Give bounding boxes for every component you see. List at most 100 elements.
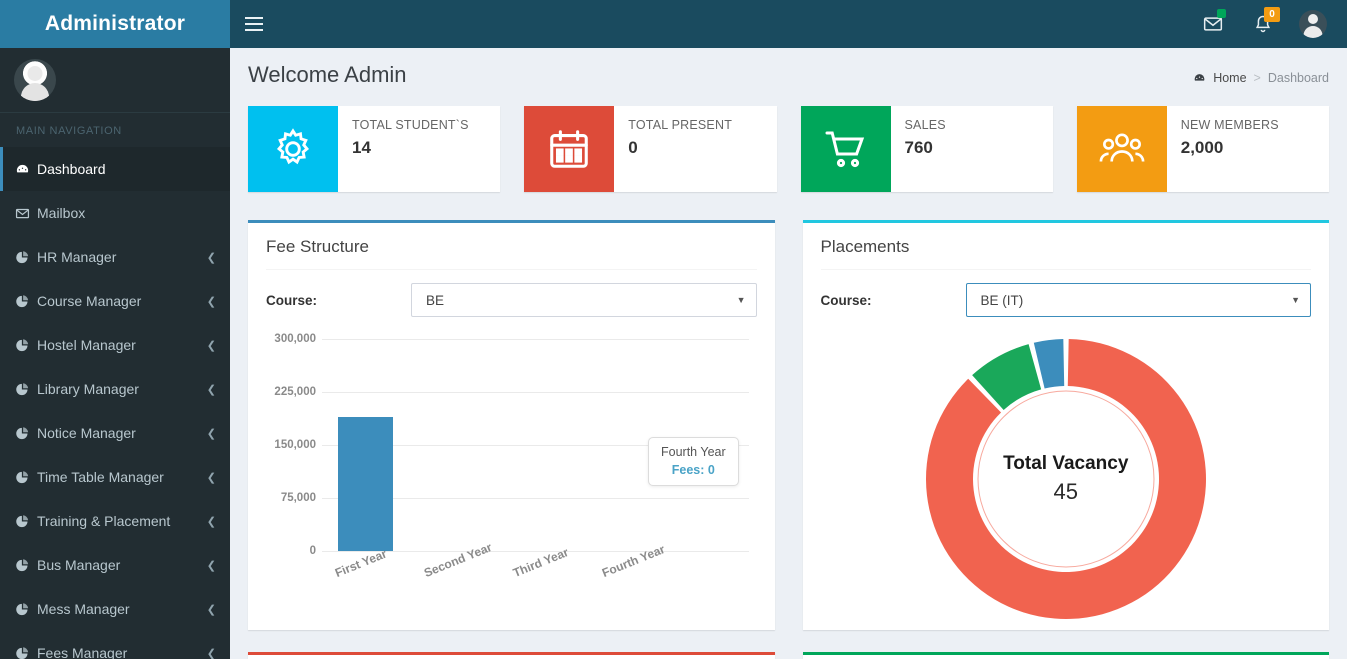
tooltip-title: Fourth Year [661,445,726,459]
sidebar-item-label: Time Table Manager [37,469,207,485]
chevron-down-icon: ▼ [737,295,746,305]
sidebar-item-bus-manager[interactable]: Bus Manager❮ [0,543,230,587]
placements-panel: Placements Course: BE (IT) ▼ [803,220,1330,630]
fee-course-row: Course: BE ▼ [266,269,757,317]
sidebar-item-library-manager[interactable]: Library Manager❮ [0,367,230,411]
placements-panel-body: Course: BE (IT) ▼ Total Vacancy 45 [803,269,1330,629]
nav-section-header: MAIN NAVIGATION [0,113,230,147]
chevron-left-icon: ❮ [207,647,216,659]
pie-chart-icon [15,426,30,441]
breadcrumb-home[interactable]: Home [1213,71,1246,85]
bottom-panels-row [248,652,1329,659]
stat-label: SALES [905,118,946,132]
chevron-left-icon: ❮ [207,427,216,440]
sidebar-item-mailbox[interactable]: Mailbox [0,191,230,235]
stat-value: 14 [352,138,469,158]
pie-chart-icon [15,382,37,397]
bar-first-year[interactable] [338,417,393,551]
sidebar-item-label: Course Manager [37,293,207,309]
pie-chart-icon [15,558,37,573]
bar-chart-tooltip: Fourth Year Fees: 0 [648,437,739,486]
stat-body: NEW MEMBERS 2,000 [1167,106,1279,192]
calendar-icon [524,106,614,192]
sidebar-item-hostel-manager[interactable]: Hostel Manager❮ [0,323,230,367]
stat-body: SALES760 [891,106,946,192]
pie-chart-icon [15,338,37,353]
bottom-panel-2 [803,652,1330,659]
placements-panel-title: Placements [821,237,1312,257]
y-axis-tick: 75,000 [266,492,316,504]
stat-label: TOTAL PRESENT [628,118,732,132]
stat-label: NEW MEMBERS [1181,118,1279,132]
pie-chart-icon [15,382,30,397]
donut-chart [921,334,1211,624]
stat-value: 0 [628,138,732,158]
hamburger-icon[interactable] [230,0,278,48]
pie-chart-icon [15,470,37,485]
pie-chart-icon [15,514,37,529]
grid-line [322,339,749,340]
placements-chart: Total Vacancy 45 [821,329,1312,629]
sidebar-item-training-placement[interactable]: Training & Placement❮ [0,499,230,543]
fee-chart: 075,000150,000225,000300,000 First YearS… [266,329,757,629]
users-icon [1077,106,1167,192]
sidebar-item-notice-manager[interactable]: Notice Manager❮ [0,411,230,455]
chevron-left-icon: ❮ [207,383,216,396]
y-axis-tick: 150,000 [266,439,316,451]
sidebar-brand[interactable]: Administrator [0,0,230,48]
content-header: Welcome Admin Home > Dashboard [230,48,1347,100]
user-menu-button[interactable] [1291,0,1335,48]
chevron-left-icon: ❮ [207,295,216,308]
mail-button[interactable] [1191,0,1235,48]
sidebar-item-hr-manager[interactable]: HR Manager❮ [0,235,230,279]
sidebar-item-dashboard[interactable]: Dashboard [0,147,230,191]
topbar-actions: 0 [1191,0,1335,48]
pie-chart-icon [15,250,30,265]
pie-chart-icon [15,250,37,265]
dashboard-icon [15,162,30,177]
fee-course-select[interactable]: BE ▼ [411,283,757,317]
fee-structure-panel: Fee Structure Course: BE ▼ 075,000150,00… [248,220,775,630]
chevron-left-icon: ❮ [207,339,216,352]
bottom-panel-1 [248,652,775,659]
placement-course-row: Course: BE (IT) ▼ [821,269,1312,317]
sidebar-item-mess-manager[interactable]: Mess Manager❮ [0,587,230,631]
notification-badge: 0 [1264,7,1280,22]
sidebar-item-label: Training & Placement [37,513,207,529]
admin-dashboard: Administrator MAIN NAVIGATION DashboardM… [0,0,1347,659]
chevron-left-icon: ❮ [207,471,216,484]
stat-box-new-members[interactable]: NEW MEMBERS 2,000 [1077,106,1329,192]
sidebar-item-course-manager[interactable]: Course Manager❮ [0,279,230,323]
pie-chart-icon [15,646,30,659]
gear-icon [248,106,338,192]
dashboard-icon [1193,72,1206,85]
tooltip-value: Fees: 0 [661,463,726,477]
stat-box-sales[interactable]: SALES760 [801,106,1053,192]
stat-box-total-student-s[interactable]: TOTAL STUDENT`S14 [248,106,500,192]
breadcrumb-current: Dashboard [1268,71,1329,85]
pie-chart-icon [15,646,37,659]
envelope-icon [15,206,37,221]
sidebar-item-fees-manager[interactable]: Fees Manager❮ [0,631,230,659]
chevron-down-icon: ▼ [1291,295,1300,305]
donut-segment-vacancy[interactable] [926,339,1206,619]
sidebar-item-time-table-manager[interactable]: Time Table Manager❮ [0,455,230,499]
sidebar: Administrator MAIN NAVIGATION DashboardM… [0,0,230,659]
panels-row: Fee Structure Course: BE ▼ 075,000150,00… [248,220,1329,630]
placement-course-select[interactable]: BE (IT) ▼ [966,283,1312,317]
stat-body: TOTAL PRESENT 0 [614,106,732,192]
dashboard-icon [15,162,37,177]
topbar: 0 [230,0,1347,48]
chevron-left-icon: ❮ [207,251,216,264]
envelope-icon [15,206,30,221]
notifications-button[interactable]: 0 [1241,0,1285,48]
stat-box-total-present[interactable]: TOTAL PRESENT 0 [524,106,776,192]
breadcrumb-separator: > [1254,71,1261,85]
placement-course-label: Course: [821,293,966,308]
fee-panel-head: Fee Structure [248,223,775,269]
sidebar-nav: DashboardMailboxHR Manager❮Course Manage… [0,147,230,659]
pie-chart-icon [15,338,30,353]
stat-value: 2,000 [1181,138,1279,158]
pie-chart-icon [15,602,30,617]
shopping-cart-icon [801,106,891,192]
